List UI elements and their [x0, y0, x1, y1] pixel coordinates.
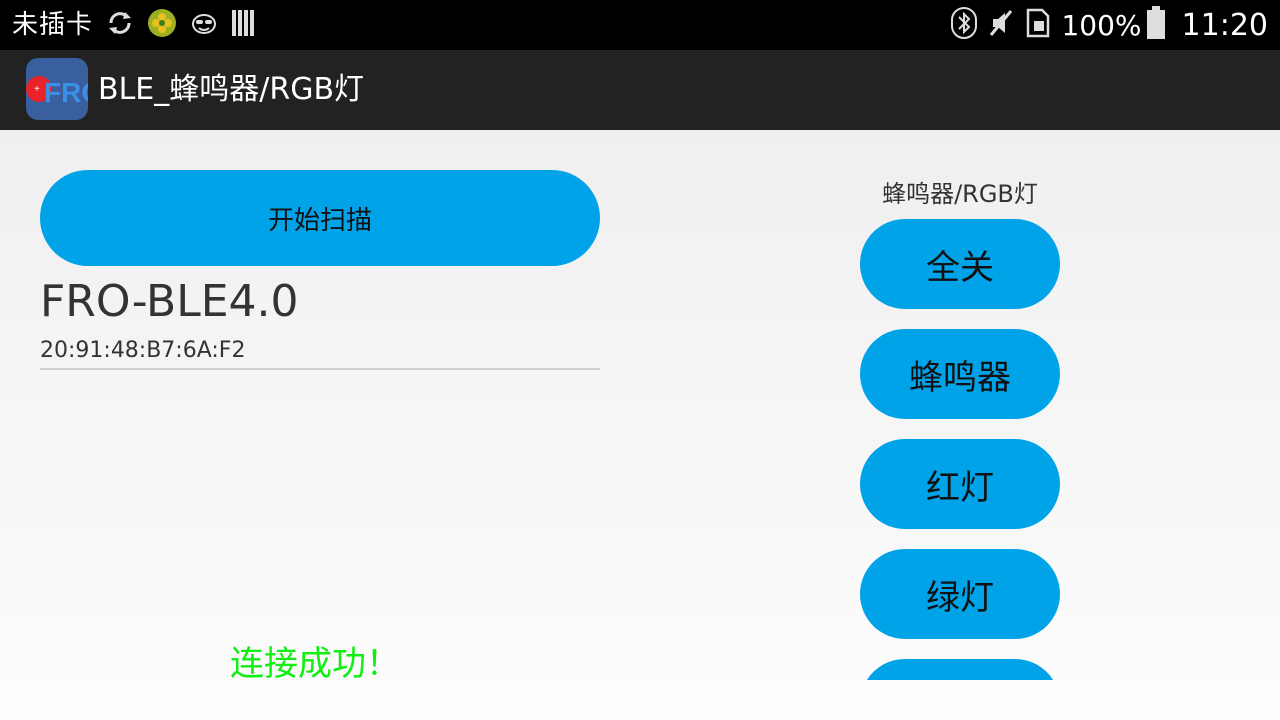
face-icon: [189, 8, 219, 42]
green-light-button[interactable]: 绿灯: [860, 549, 1060, 639]
main-content: 开始扫描 FRO-BLE4.0 20:91:48:B7:6A:F2 连接成功！ …: [0, 130, 1280, 720]
device-list-item[interactable]: FRO-BLE4.0 20:91:48:B7:6A:F2: [40, 276, 600, 370]
svg-text:FRO: FRO: [44, 77, 88, 108]
red-light-button[interactable]: 红灯: [860, 439, 1060, 529]
sim-icon: [1025, 7, 1051, 43]
all-off-button[interactable]: 全关: [860, 219, 1060, 309]
app-logo-icon: + FRO: [26, 58, 103, 120]
sync-icon: [105, 8, 135, 42]
action-bar: + FRO BLE_蜂鸣器/RGB灯: [0, 50, 1280, 130]
carrier-label: 未插卡: [12, 10, 94, 40]
status-bar: 未插卡 100% 11:20: [0, 0, 1280, 50]
mute-icon: [987, 7, 1015, 43]
app-title: BLE_蜂鸣器/RGB灯: [98, 72, 365, 107]
bars-icon: [231, 8, 257, 42]
status-left: 未插卡: [12, 0, 257, 50]
clover-app-icon: [147, 8, 177, 42]
bluetooth-icon: [951, 7, 978, 43]
controls-title: 蜂鸣器/RGB灯: [882, 180, 1038, 208]
start-scan-button[interactable]: 开始扫描: [40, 170, 600, 266]
bottom-clip: [0, 680, 1280, 720]
device-name: FRO-BLE4.0: [40, 276, 299, 327]
buzzer-button[interactable]: 蜂鸣器: [860, 329, 1060, 419]
battery-percent: 100%: [1061, 8, 1142, 42]
connection-status: 连接成功！: [230, 644, 400, 684]
status-right: 100% 11:20: [951, 0, 1268, 50]
device-address: 20:91:48:B7:6A:F2: [40, 338, 246, 363]
clock: 11:20: [1181, 7, 1268, 43]
svg-text:+: +: [34, 84, 40, 95]
battery-icon: [1146, 6, 1166, 44]
